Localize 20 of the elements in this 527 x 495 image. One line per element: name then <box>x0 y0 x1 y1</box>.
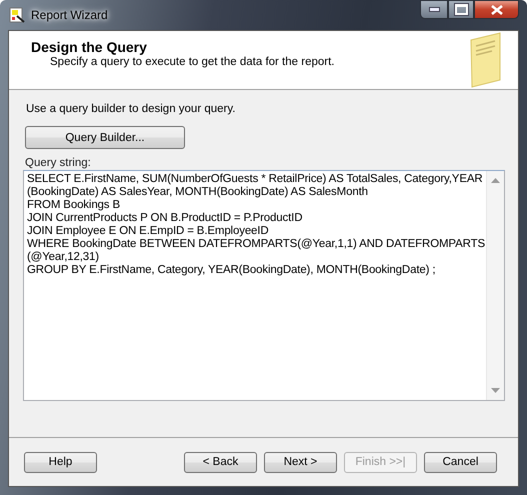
scroll-down-icon[interactable] <box>491 388 500 393</box>
close-button[interactable] <box>474 0 519 19</box>
close-icon <box>490 4 502 14</box>
report-icon <box>9 7 25 23</box>
query-label: Query string: <box>25 157 91 169</box>
wizard-button[interactable]: Help <box>24 452 97 472</box>
page-title: Design the Query <box>31 39 148 55</box>
wizard-button[interactable]: Next > <box>264 452 337 472</box>
query-builder-button[interactable]: Query Builder... <box>25 126 185 149</box>
window-title: Report Wizard <box>31 8 108 22</box>
wizard-button[interactable]: Cancel <box>424 452 497 472</box>
scrollbar[interactable] <box>486 171 504 400</box>
maximize-button[interactable] <box>448 0 474 19</box>
notepad-icon <box>468 32 502 88</box>
page-subtitle: Specify a query to execute to get the data for the report. <box>50 56 334 68</box>
scroll-up-icon[interactable] <box>491 178 500 183</box>
wizard-button[interactable]: < Back <box>184 452 257 472</box>
query-field[interactable]: SELECT E.FirstName, SUM(NumberOfGuests * RetailPrice) AS TotalSales, Category,YEAR (BookingDate) AS SalesYear, MONTH(BookingDate) AS SalesMonth FROM Bookings B JOIN CurrentProducts P ON B.ProductID = P.ProductID JOIN Employee E ON E.EmpID = B.EmployeeID WHERE BookingDate BETWEEN DATEFROMPARTS(@Year,1,1) AND DATEFROMPARTS (@Year,12,31) GROUP BY E.FirstName, Category, YEAR(BookingDate), MONTH(BookingDate) ; <box>23 170 505 401</box>
instruction-text: Use a query builder to design your query. <box>26 103 236 115</box>
minimize-button[interactable] <box>420 0 448 19</box>
